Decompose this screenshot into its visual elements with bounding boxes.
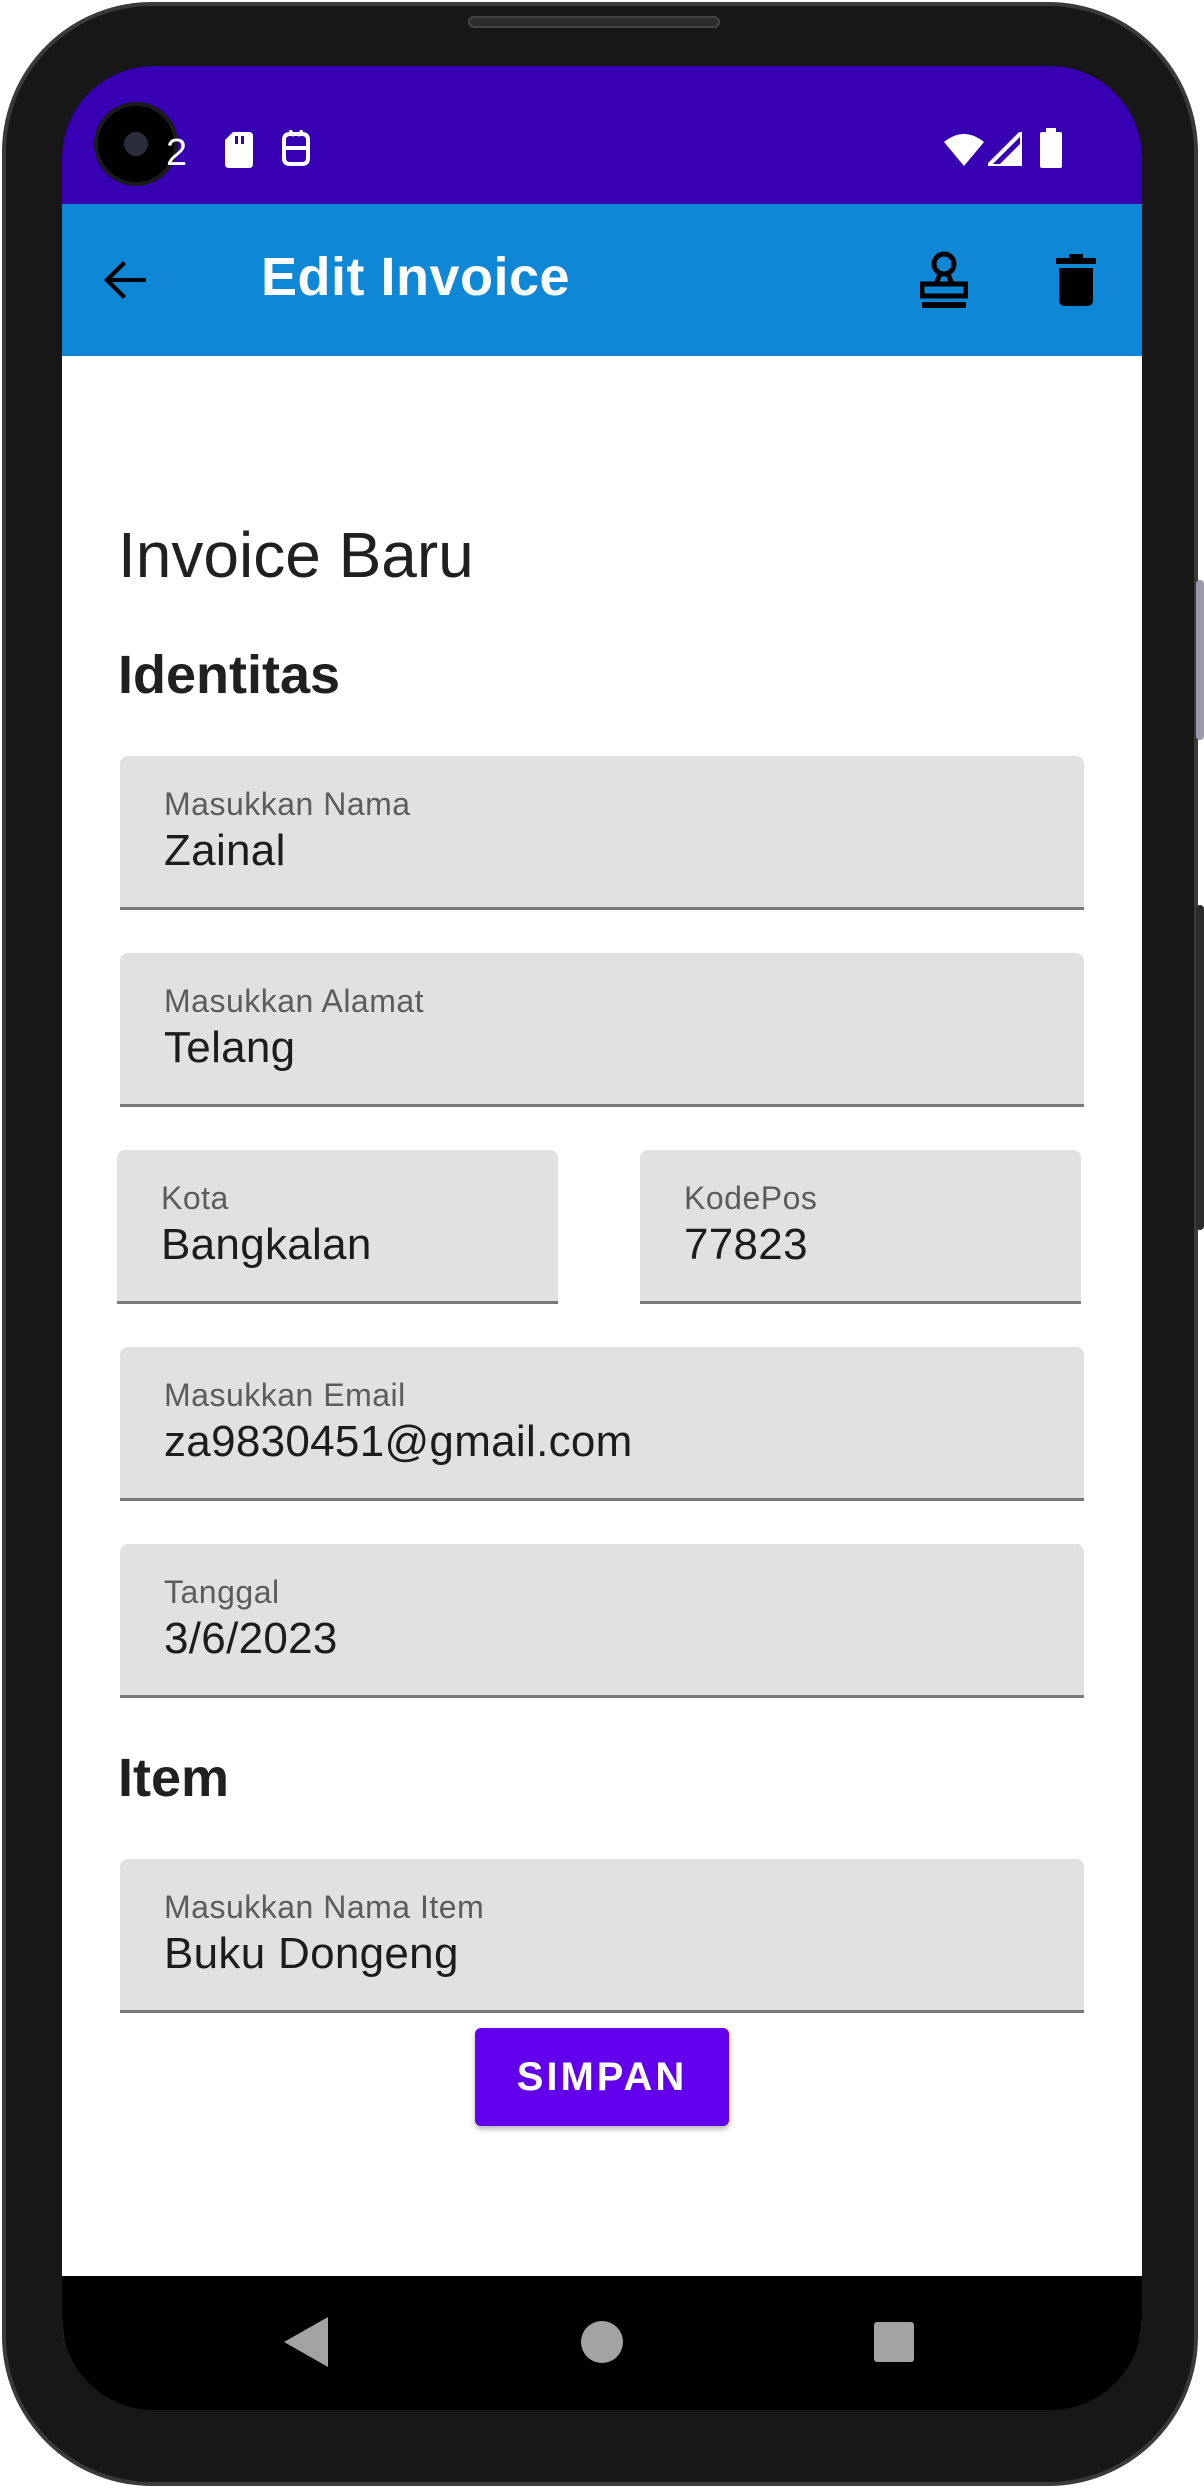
device-frame: 2 Edit Invoice Invoice Baru Identitas Ma… [0, 0, 1204, 2491]
email-field[interactable]: Masukkan Email za9830451@gmail.com [120, 1347, 1084, 1501]
postal-code-field-label: KodePos [684, 1180, 818, 1216]
postal-code-field[interactable]: KodePos 77823 [640, 1150, 1081, 1304]
postal-code-field-value: 77823 [684, 1220, 808, 1269]
status-bar: 2 [62, 66, 1142, 204]
home-circle-icon [581, 2321, 623, 2363]
trash-icon [1056, 254, 1096, 306]
item-name-field-label: Masukkan Nama Item [164, 1889, 485, 1925]
app-bar: Edit Invoice [62, 204, 1142, 356]
nav-home-button[interactable] [554, 2294, 650, 2390]
item-name-field-value: Buku Dongeng [164, 1929, 459, 1978]
invoice-form: Invoice Baru Identitas Masukkan Nama Zai… [62, 356, 1142, 2340]
name-field-value: Zainal [164, 826, 286, 875]
camera-lens [124, 132, 148, 156]
city-field[interactable]: Kota Bangkalan [117, 1150, 558, 1304]
delete-button[interactable] [1028, 232, 1124, 328]
volume-button [1196, 580, 1204, 740]
nav-back-button[interactable] [258, 2294, 354, 2390]
notification-count: 2 [166, 132, 188, 174]
date-field-label: Tanggal [164, 1574, 280, 1610]
notification-app-icon [280, 129, 312, 172]
save-button[interactable]: SIMPAN [475, 2028, 729, 2126]
section-heading-identity: Identitas [118, 645, 341, 705]
page-header-title: Edit Invoice [261, 247, 571, 307]
back-arrow-icon [104, 261, 146, 299]
front-camera [98, 106, 174, 182]
address-field-value: Telang [164, 1023, 296, 1072]
form-title: Invoice Baru [118, 519, 474, 591]
battery-icon [1040, 128, 1062, 172]
name-field[interactable]: Masukkan Nama Zainal [120, 756, 1084, 910]
power-button [1196, 905, 1204, 1230]
back-triangle-icon [284, 2317, 328, 2367]
signal-icon [983, 127, 1024, 170]
date-field[interactable]: Tanggal 3/6/2023 [120, 1544, 1084, 1698]
wifi-icon [944, 134, 984, 170]
email-field-value: za9830451@gmail.com [164, 1417, 633, 1466]
address-field-label: Masukkan Alamat [164, 983, 425, 1019]
email-field-label: Masukkan Email [164, 1377, 406, 1413]
stamp-button[interactable] [896, 232, 992, 328]
address-field[interactable]: Masukkan Alamat Telang [120, 953, 1084, 1107]
date-field-value: 3/6/2023 [164, 1614, 338, 1663]
nav-recents-button[interactable] [846, 2294, 942, 2390]
stamp-icon [920, 251, 968, 308]
screen: 2 Edit Invoice Invoice Baru Identitas Ma… [62, 66, 1142, 2410]
sd-card-icon [225, 132, 253, 172]
recents-square-icon [874, 2322, 914, 2362]
earpiece-speaker [468, 16, 720, 28]
section-heading-item: Item [118, 1748, 230, 1808]
city-field-value: Bangkalan [161, 1220, 372, 1269]
name-field-label: Masukkan Nama [164, 786, 411, 822]
item-name-field[interactable]: Masukkan Nama Item Buku Dongeng [120, 1859, 1084, 2013]
city-field-label: Kota [161, 1180, 229, 1216]
system-nav-bar [62, 2276, 1142, 2410]
back-button[interactable] [78, 232, 174, 328]
